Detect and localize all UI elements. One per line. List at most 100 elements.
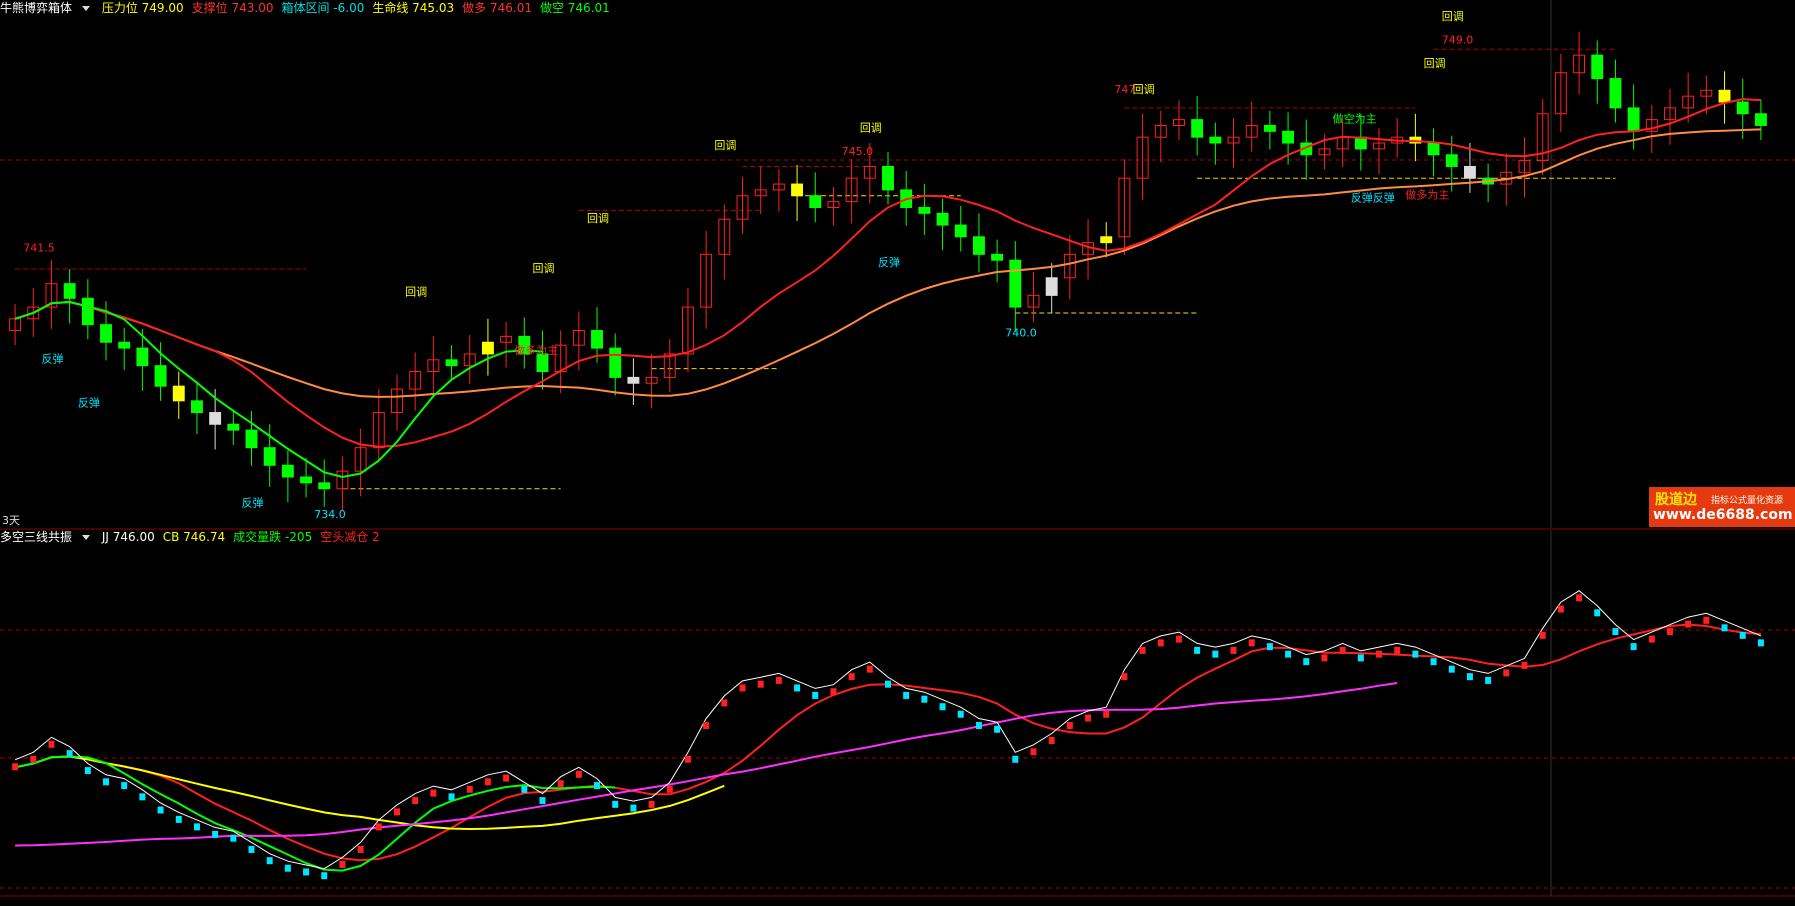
chart-svg[interactable]: 741.5反弹反弹反弹734.0回调回调做多为主回调回调 745.0回调反弹740… — [0, 0, 1795, 902]
candle-body — [300, 476, 313, 484]
sub-block — [1739, 631, 1746, 639]
chevron-down-icon[interactable] — [82, 6, 91, 11]
candle-body — [1282, 130, 1295, 144]
candle-body — [1263, 124, 1276, 132]
sub-block — [1557, 605, 1564, 613]
watermark-badge: 股道边 指标公式量化资源 www.de6688.com — [1649, 487, 1795, 527]
sub-block — [1139, 646, 1146, 654]
chart-annotation: 741.5 — [23, 241, 55, 254]
candle-body — [1427, 142, 1440, 156]
candle-body — [1045, 277, 1058, 296]
sub-block — [1103, 710, 1110, 718]
sub-block — [84, 767, 91, 775]
main-indicator-value-0: 压力位 749.00 — [101, 1, 184, 15]
chart-annotation: 回调 — [405, 285, 427, 298]
candle-body — [1627, 107, 1640, 132]
chart-annotation: 反弹 — [41, 352, 63, 366]
sub-indicator-header: 多空三线共振 JJ 746.00 CB 746.74 成交量跌 -205 空头减仓 2 — [0, 529, 396, 545]
sub-block — [339, 860, 346, 868]
candle-body — [936, 212, 949, 226]
candle-body — [591, 330, 603, 349]
sub-block — [393, 808, 400, 816]
candle-body — [318, 482, 331, 490]
chart-stage[interactable]: 741.5 反弹 反弹 反弹 734.0 回调 回调 做多为主 回调 回调 745.0 回调 反弹 740… — [0, 0, 1795, 902]
main-indicator-header: 牛熊博弈箱体 压力位 749.00 支撑位 743.00 箱体区间 -6.00 生命线… — [0, 0, 626, 16]
sub-block — [994, 725, 1001, 733]
sub-block — [1430, 658, 1437, 666]
main-indicator-value-3: 生命线 745.03 — [372, 1, 455, 15]
sub-block — [466, 785, 473, 793]
sub-block — [866, 665, 873, 673]
sub-block — [1048, 737, 1055, 745]
sub-block — [921, 695, 928, 703]
sub-block — [1376, 650, 1383, 658]
candle-body — [1754, 113, 1767, 126]
sub-block — [757, 680, 764, 688]
sub-block — [830, 688, 837, 696]
chart-annotation: 做空为主 — [1333, 112, 1377, 126]
main-indicator-name[interactable]: 牛熊博弈箱体 — [0, 1, 72, 15]
sub-block — [266, 857, 273, 865]
sub-block — [1703, 616, 1710, 624]
candle-body — [481, 341, 494, 355]
chart-annotation: 回调 — [1424, 57, 1446, 70]
sub-indicator-value-1: CB 746.74 — [162, 530, 226, 544]
sub-block — [684, 755, 691, 763]
chart-annotation: 回调 — [860, 121, 882, 134]
sub-block — [1321, 654, 1328, 662]
candle-body — [991, 253, 1004, 261]
sub-indicator-value-2: 成交量跌 -205 — [233, 530, 313, 544]
candle-body — [627, 376, 640, 384]
sub-block — [1685, 620, 1692, 628]
sub-block — [484, 778, 491, 786]
candle-body — [1591, 54, 1604, 80]
sub-indicator-value-3: 空头减仓 2 — [320, 530, 380, 544]
sub-block — [1248, 639, 1255, 647]
candle-body — [954, 224, 967, 238]
sub-block — [1503, 669, 1510, 677]
sub-block — [1521, 661, 1528, 669]
candle-body — [1009, 259, 1022, 308]
sub-block — [1630, 643, 1637, 651]
candle-body — [172, 385, 185, 402]
bear-line — [14, 300, 543, 479]
sub-block — [321, 872, 328, 880]
candle-body — [154, 365, 167, 387]
candle-body — [1445, 154, 1458, 167]
sub-block — [594, 782, 601, 790]
sub-block — [1357, 654, 1364, 662]
candle-body — [281, 464, 294, 478]
sub-block — [375, 823, 382, 831]
bull-line — [14, 98, 1761, 448]
sub-block — [957, 710, 964, 718]
sub-block — [575, 770, 582, 778]
sub-block — [430, 789, 437, 797]
sub-block — [1339, 646, 1346, 654]
sub-block — [648, 800, 655, 808]
candle-body — [1463, 165, 1476, 179]
sub-block — [903, 691, 910, 699]
chart-annotation: 回调 — [587, 212, 609, 225]
candle-body — [972, 236, 985, 255]
sub-block — [1175, 635, 1182, 643]
sub-block — [1394, 646, 1401, 654]
chart-annotation: 734.0 — [314, 508, 346, 521]
sub-block — [630, 804, 637, 812]
chart-annotation: 回调 — [1442, 10, 1464, 23]
main-indicator-value-2: 箱体区间 -6.00 — [281, 1, 365, 15]
sub-block — [703, 721, 710, 729]
candle-body — [809, 195, 822, 208]
sub-block — [1266, 643, 1273, 651]
sub-block — [12, 763, 19, 771]
sub-indicator-values: JJ 746.00 CB 746.74 成交量跌 -205 空头减仓 2 — [102, 530, 388, 544]
candle-body — [918, 206, 931, 214]
candle-body — [1609, 78, 1622, 109]
sub-block — [1230, 646, 1237, 654]
sub-block — [812, 691, 819, 699]
candle-body — [227, 423, 240, 431]
sub-block — [103, 778, 110, 786]
sub-indicator-name[interactable]: 多空三线共振 — [0, 530, 72, 544]
candle-body — [245, 429, 258, 449]
candle-body — [100, 324, 112, 343]
chevron-down-icon[interactable] — [82, 535, 91, 540]
